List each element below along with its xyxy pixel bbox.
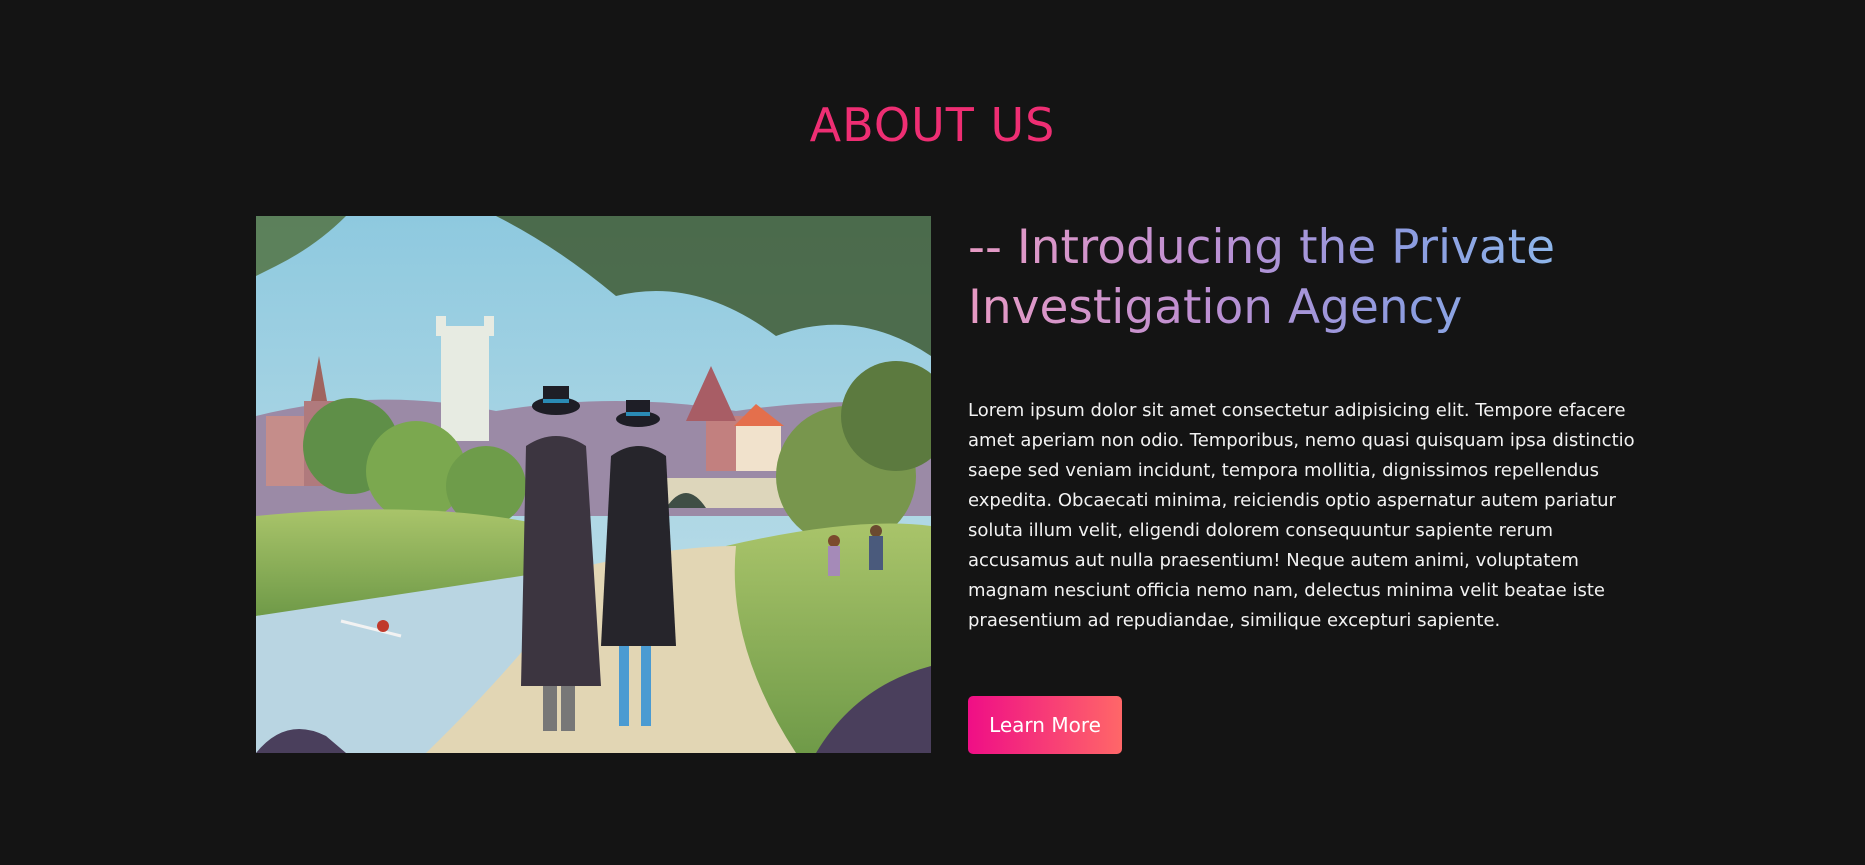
section-title: ABOUT US — [809, 98, 1056, 152]
about-body-text: Lorem ipsum dolor sit amet consectetur a… — [968, 400, 1635, 631]
about-headline: -- Introducing the Private Investigation… — [968, 218, 1648, 338]
learn-more-button[interactable]: Learn More — [968, 696, 1122, 754]
detectives-illustration — [256, 216, 931, 753]
about-content: -- Introducing the Private Investigation… — [968, 216, 1648, 636]
